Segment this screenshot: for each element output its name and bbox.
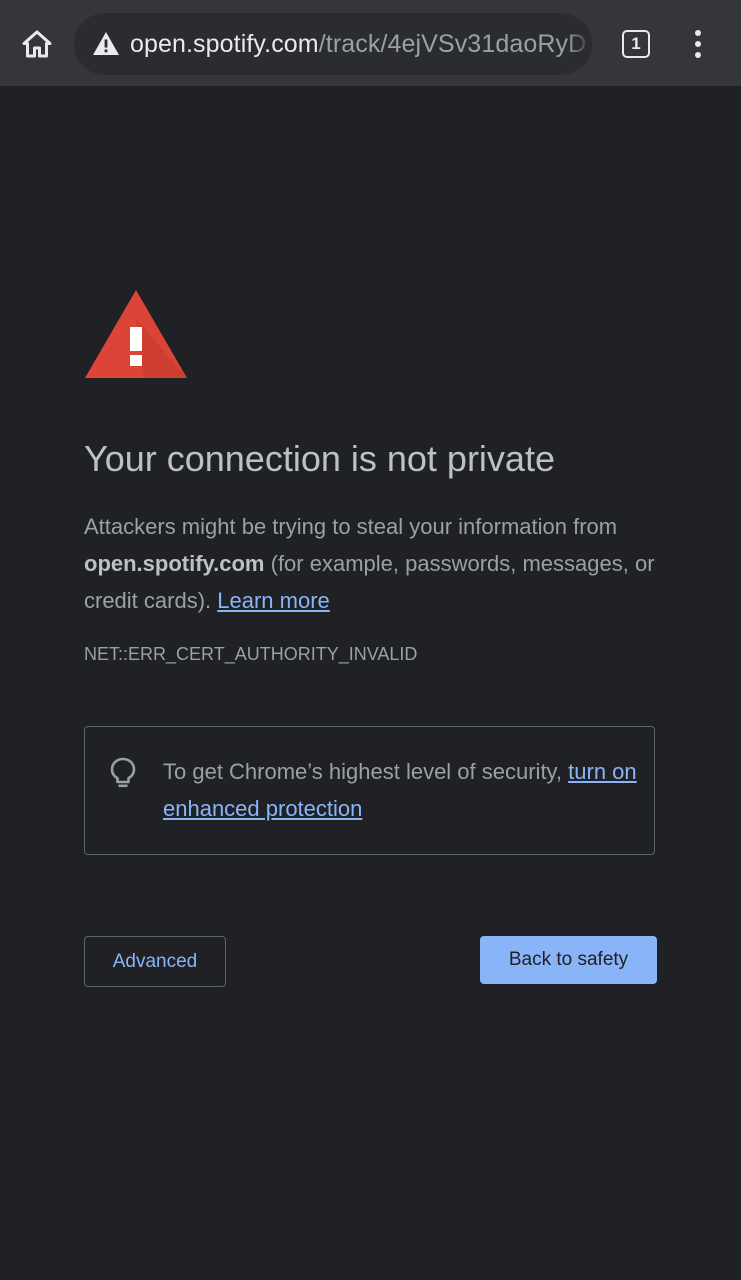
learn-more-link[interactable]: Learn more: [217, 588, 330, 613]
menu-dot: [695, 30, 701, 36]
explanation-intro: Attackers might be trying to steal your …: [84, 514, 618, 539]
explanation-text: Attackers might be trying to steal your …: [84, 508, 664, 619]
red-warning-triangle-icon: [85, 290, 187, 378]
advanced-button[interactable]: Advanced: [84, 936, 226, 987]
enhanced-protection-text: To get Chrome’s highest level of securit…: [163, 753, 643, 827]
page-title: Your connection is not private: [84, 438, 555, 479]
more-vert-icon[interactable]: [678, 24, 718, 64]
address-bar[interactable]: open.spotify.com/track/4ejVSv31daoRyD: [74, 13, 592, 75]
enhanced-protection-box: To get Chrome’s highest level of securit…: [84, 726, 655, 855]
lightbulb-icon: [110, 757, 136, 788]
url-text: open.spotify.com/track/4ejVSv31daoRyD: [130, 13, 586, 75]
back-to-safety-button[interactable]: Back to safety: [480, 936, 657, 984]
home-icon: [22, 30, 52, 58]
url-fade: [566, 13, 592, 75]
url-path: /track/4ejVSv31daoRyD: [318, 30, 587, 58]
explanation-host: open.spotify.com: [84, 551, 265, 576]
home-button[interactable]: [16, 23, 58, 65]
tab-switcher-icon: 1: [622, 30, 650, 58]
not-secure-warning-icon[interactable]: [92, 30, 120, 58]
browser-toolbar: open.spotify.com/track/4ejVSv31daoRyD 1: [0, 0, 741, 86]
menu-dot: [695, 41, 701, 47]
menu-dot: [695, 52, 701, 58]
error-code: NET::ERR_CERT_AUTHORITY_INVALID: [84, 644, 418, 664]
tab-switcher-button[interactable]: 1: [616, 24, 656, 64]
enhanced-protection-prefix: To get Chrome’s highest level of securit…: [163, 759, 569, 784]
url-host: open.spotify.com: [130, 30, 319, 58]
